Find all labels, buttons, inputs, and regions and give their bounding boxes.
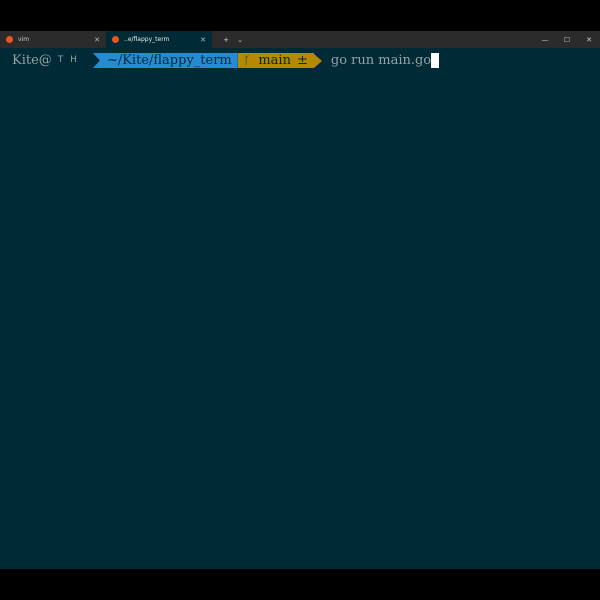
ubuntu-icon (6, 36, 13, 43)
tab-label: ..e/flappy_term (124, 36, 170, 43)
tab-flappy-term[interactable]: ..e/flappy_term ✕ (106, 31, 212, 48)
tab-vim[interactable]: vim ✕ (0, 31, 106, 48)
close-icon[interactable]: ✕ (198, 36, 208, 44)
prompt-status: T H (57, 55, 79, 65)
new-tab-button[interactable]: + (222, 36, 230, 44)
tab-label: vim (18, 36, 30, 43)
path-segment: ~/Kite/flappy_term (92, 53, 238, 68)
minimize-button[interactable]: — (534, 36, 556, 44)
segment-arrow (313, 53, 322, 68)
git-branch-icon: ᚴ (243, 54, 251, 67)
prompt-user: Kite@ (12, 53, 52, 68)
text-cursor (431, 53, 440, 68)
bottom-letterbox (0, 569, 600, 600)
tab-dropdown-button[interactable]: ⌄ (236, 36, 244, 44)
ubuntu-icon (112, 36, 119, 43)
git-branch: main (258, 53, 291, 68)
close-icon[interactable]: ✕ (92, 36, 102, 44)
terminal-window: vim ✕ ..e/flappy_term ✕ + ⌄ — ☐ ✕ Kite@ … (0, 31, 600, 569)
window-controls: — ☐ ✕ (534, 31, 600, 48)
maximize-button[interactable]: ☐ (556, 36, 578, 44)
git-segment: ᚴ main ± (237, 53, 314, 68)
shell-prompt: Kite@ T H ~/Kite/flappy_term ᚴ main ± go… (12, 53, 440, 68)
command-input[interactable]: go run main.go (331, 53, 431, 68)
close-window-button[interactable]: ✕ (578, 36, 600, 44)
git-dirty-marker: ± (296, 53, 308, 68)
tab-actions: + ⌄ (222, 31, 244, 48)
top-letterbox (0, 0, 600, 31)
prompt-path: ~/Kite/flappy_term (106, 53, 232, 68)
tab-bar: vim ✕ ..e/flappy_term ✕ + ⌄ — ☐ ✕ (0, 31, 600, 48)
